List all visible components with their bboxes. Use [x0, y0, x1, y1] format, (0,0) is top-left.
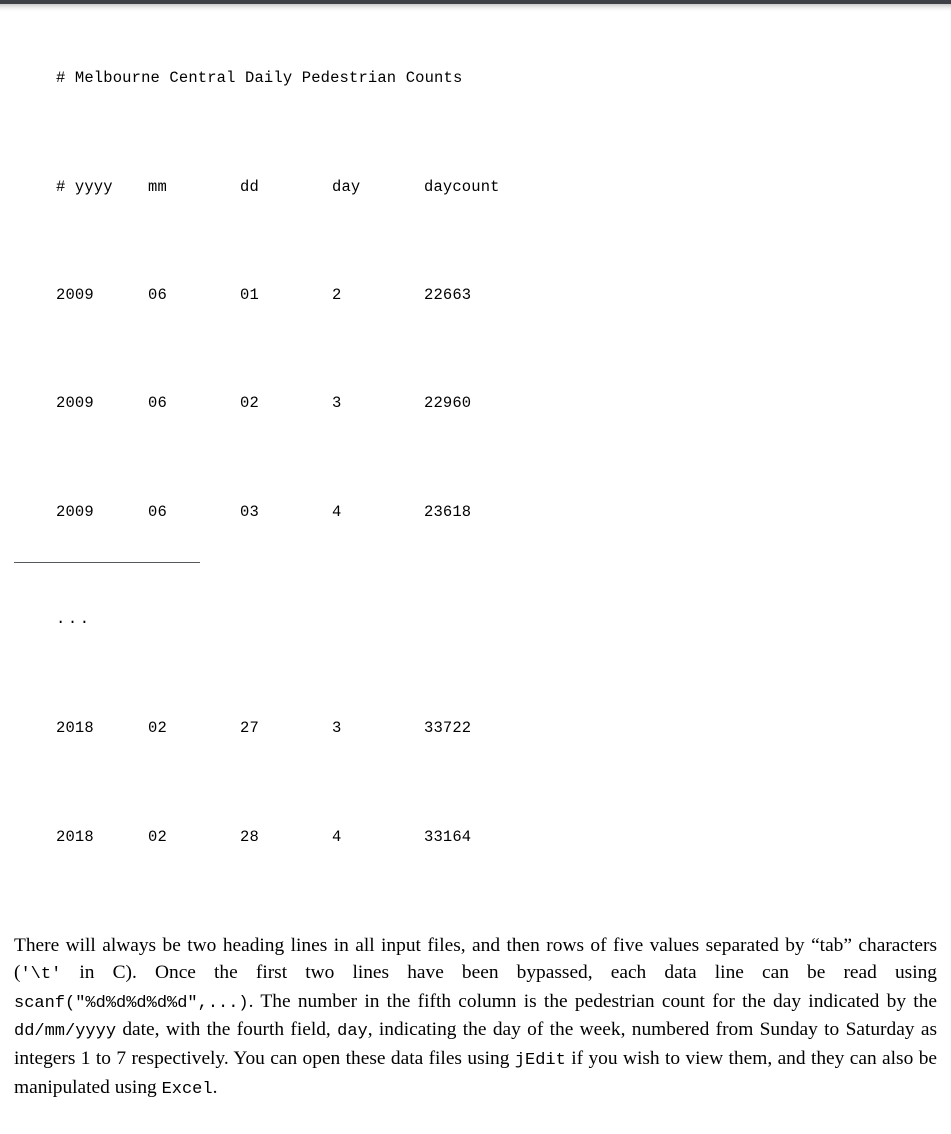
footnote-separator-rule [14, 562, 200, 563]
text-segment: in C). Once the first two lines have bee… [61, 961, 937, 983]
code-cell-weekday: 3 [332, 719, 342, 738]
inline-code-day-field: day [337, 1022, 368, 1042]
code-cell-year: 2018 [56, 719, 94, 738]
code-cell-daycount: 23618 [424, 502, 472, 521]
code-cell-month: 06 [148, 394, 167, 413]
code-cell-daycount: 33164 [424, 827, 472, 846]
inline-code-excel: Excel [161, 1079, 213, 1099]
document-page: # Melbourne Central Daily Pedestrian Cou… [0, 11, 951, 1134]
code-data-row: 2009 06 02 3 22960 [56, 390, 951, 417]
code-header-cell-yyyy: # yyyy [56, 177, 113, 196]
code-data-row: 2009 06 03 4 23618 [56, 499, 951, 526]
code-title-line: # Melbourne Central Daily Pedestrian Cou… [56, 69, 463, 88]
inline-code-date-format: dd/mm/yyyy [14, 1022, 117, 1042]
inline-code-tab-escape: '\t' [20, 964, 62, 984]
code-data-row: 2009 06 01 2 22663 [56, 282, 951, 309]
code-cell-year: 2009 [56, 285, 94, 304]
code-cell-month: 02 [148, 719, 167, 738]
code-cell-month: 06 [148, 502, 167, 521]
code-header-cell-day: day [332, 177, 361, 196]
code-cell-month: 06 [148, 285, 167, 304]
code-cell-year: 2018 [56, 827, 94, 846]
code-cell-daycount: 22663 [424, 285, 472, 304]
code-data-row: 2018 02 27 3 33722 [56, 715, 951, 742]
code-cell-day-of-month: 27 [240, 719, 259, 738]
code-header-cell-daycount: daycount [424, 177, 500, 196]
paragraph-input-format: There will always be two heading lines i… [0, 933, 951, 1103]
code-data-row: 2018 02 28 4 33164 [56, 824, 951, 851]
code-cell-year: 2009 [56, 502, 94, 521]
code-header-cell-mm: mm [148, 177, 167, 196]
window-chrome-shadow [0, 4, 951, 11]
inline-code-scanf: scanf("%d%d%d%d%d",...) [14, 993, 249, 1013]
code-cell-month: 02 [148, 827, 167, 846]
code-cell-weekday: 3 [332, 394, 342, 413]
code-cell-weekday: 4 [332, 827, 342, 846]
code-cell-day-of-month: 02 [240, 394, 259, 413]
section-heading-stage-1: Stage 1 – Control of Reading and Printin… [0, 1132, 951, 1134]
code-ellipsis-row: ... [56, 610, 92, 629]
code-cell-day-of-month: 28 [240, 827, 259, 846]
code-cell-weekday: 2 [332, 285, 342, 304]
code-header-cell-dd: dd [240, 177, 259, 196]
text-segment: . [212, 1076, 218, 1098]
text-segment: date, with the fourth field, [116, 1019, 338, 1041]
code-cell-day-of-month: 03 [240, 502, 259, 521]
code-cell-daycount: 33722 [424, 719, 472, 738]
code-cell-day-of-month: 01 [240, 285, 259, 304]
inline-code-jedit: jEdit [514, 1050, 566, 1070]
text-segment: . The number in the fifth column is the … [248, 990, 937, 1012]
code-cell-year: 2009 [56, 394, 94, 413]
code-cell-daycount: 22960 [424, 394, 472, 413]
code-block-pedestrian-data: # Melbourne Central Daily Pedestrian Cou… [0, 11, 951, 905]
code-cell-weekday: 4 [332, 502, 342, 521]
code-header-row: # yyyy mm dd day daycount [56, 174, 951, 201]
